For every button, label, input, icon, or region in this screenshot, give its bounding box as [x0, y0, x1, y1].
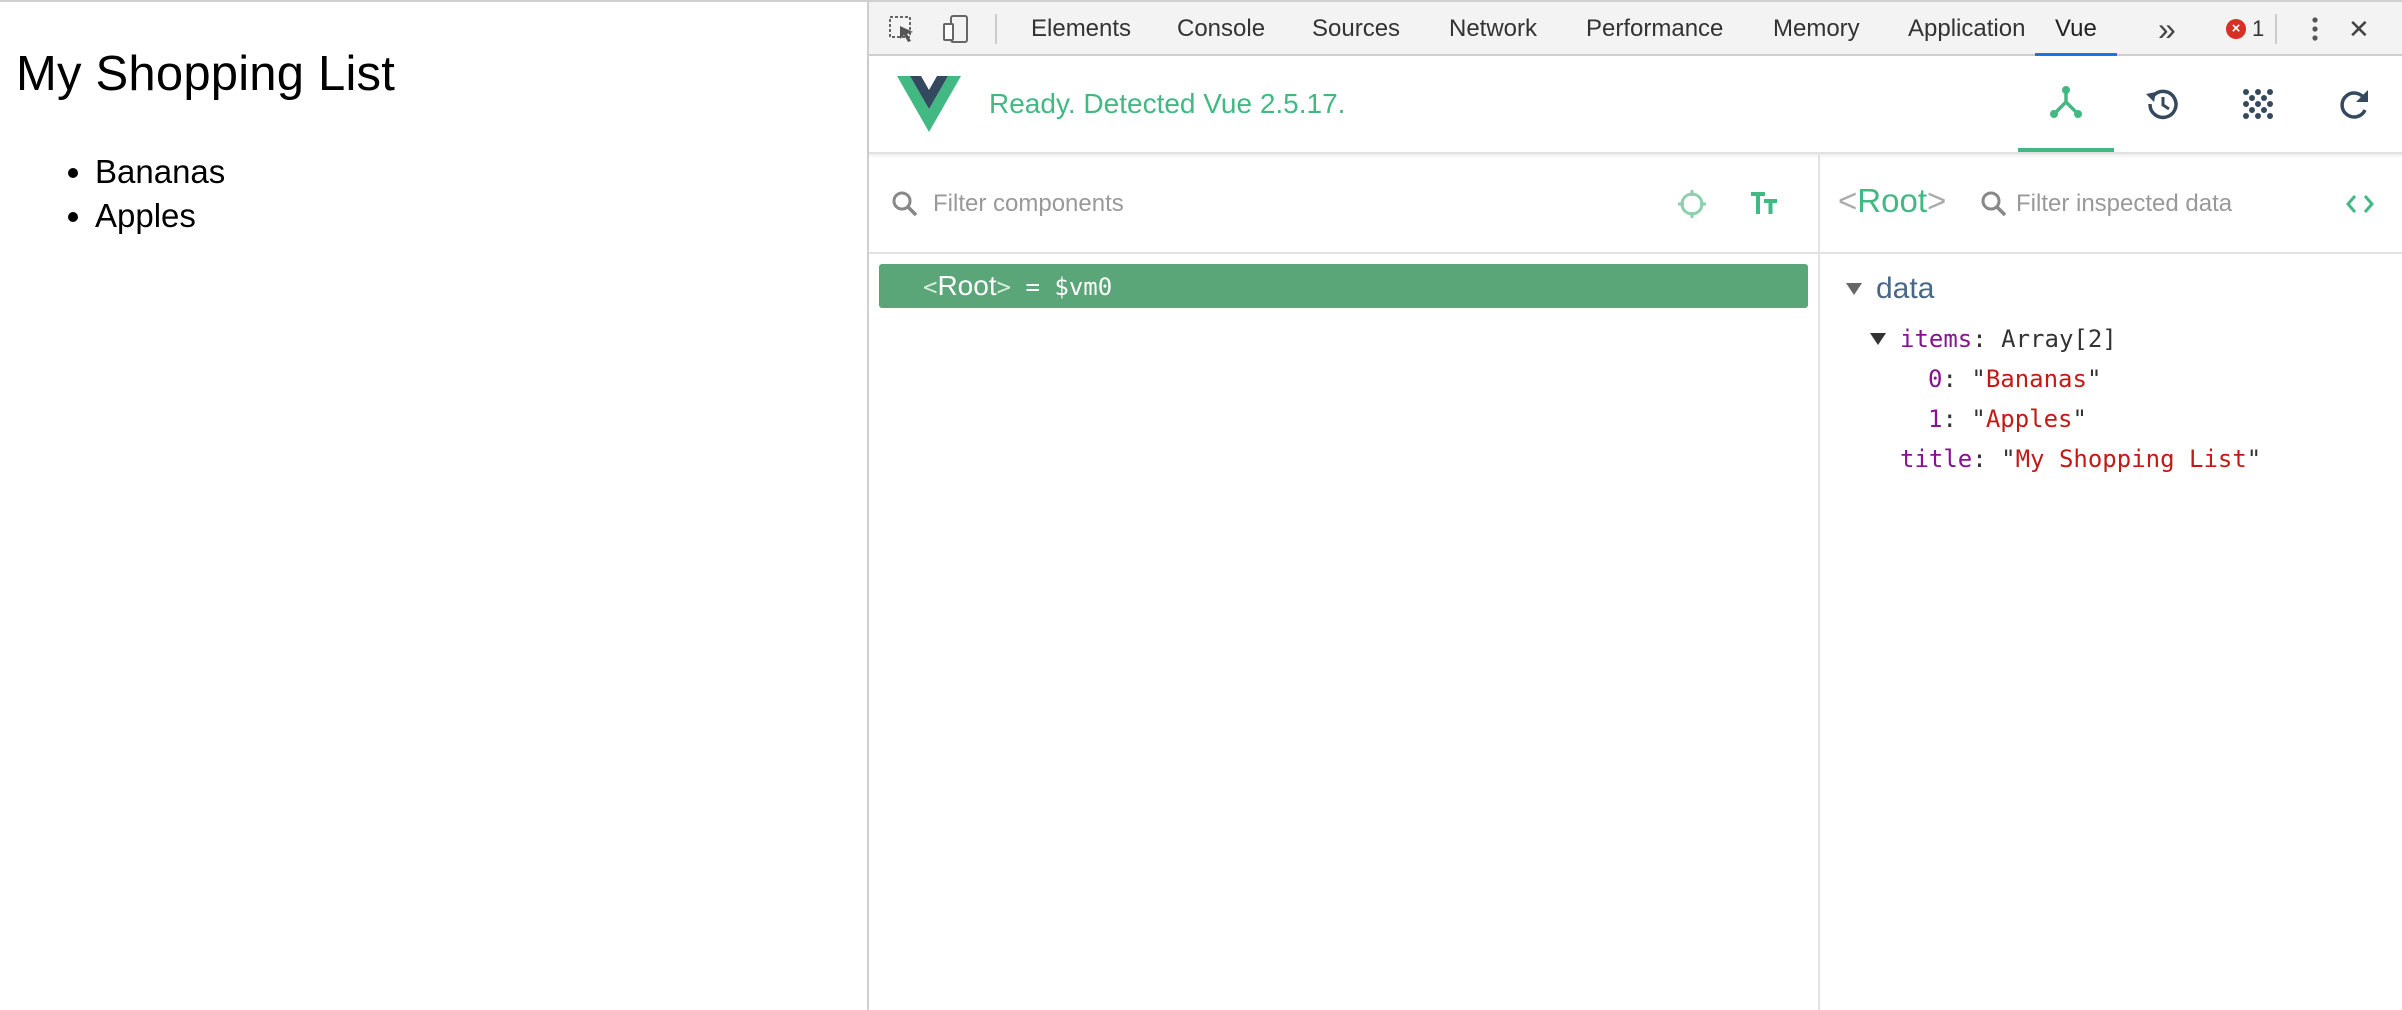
vuex-dots-icon[interactable]: [2210, 56, 2306, 152]
tab-console[interactable]: Console: [1177, 2, 1265, 56]
error-icon: ×: [2226, 19, 2246, 39]
device-toolbar-icon[interactable]: [941, 14, 971, 44]
prop-key: 0: [1928, 365, 1943, 393]
page-title: My Shopping List: [16, 47, 396, 101]
tab-application[interactable]: Application: [1908, 2, 2025, 56]
list-item: Apples: [95, 194, 225, 238]
toolbar-separator: [995, 14, 997, 44]
prop-value: Apples: [1985, 405, 2073, 433]
inspect-dom-code-icon[interactable]: [2340, 184, 2380, 224]
refresh-icon[interactable]: [2306, 56, 2402, 152]
vue-devtools-header: Ready. Detected Vue 2.5.17.: [869, 56, 2402, 154]
vm-assignment: = $vm0: [1011, 273, 1113, 301]
caret-down-icon: [1870, 333, 1886, 345]
filter-components-input[interactable]: [933, 180, 1493, 228]
component-name: Root: [937, 270, 997, 301]
select-component-crosshair-icon[interactable]: [1672, 184, 1712, 224]
web-page: My Shopping List Bananas Apples: [0, 0, 867, 1010]
tag-close: >: [1927, 182, 1947, 219]
error-count: 1: [2252, 16, 2265, 41]
caret-down-icon: [1846, 283, 1862, 295]
history-icon[interactable]: [2114, 56, 2210, 152]
tab-performance[interactable]: Performance: [1586, 2, 1723, 56]
tab-network[interactable]: Network: [1449, 2, 1537, 56]
more-tabs-icon[interactable]: »: [2158, 2, 2176, 56]
devtools-tabbar: Elements Console Sources Network Perform…: [869, 0, 2402, 56]
inspector-pane: <Root> data items: Array[2] 0: "Bananas": [1820, 154, 2402, 1010]
inspect-element-icon[interactable]: [887, 14, 917, 44]
list-item: Bananas: [95, 150, 225, 194]
shopping-list: Bananas Apples: [95, 150, 225, 238]
vue-logo-icon: [897, 76, 961, 132]
tag-open: <: [923, 273, 938, 301]
prop-title: title: " My Shopping List ": [1900, 445, 2262, 473]
prop-type: Array[2]: [2001, 325, 2117, 353]
inspected-component-title: <Root>: [1838, 182, 1946, 220]
component-filter-bar: [869, 154, 1818, 254]
filter-inspected-data-input[interactable]: [2016, 180, 2316, 228]
kebab-menu-icon[interactable]: [2300, 14, 2330, 44]
vue-status: Ready. Detected Vue 2.5.17.: [989, 88, 1346, 119]
data-section-toggle[interactable]: data: [1846, 272, 1934, 306]
close-icon[interactable]: ✕: [2348, 2, 2370, 56]
components-tab-icon[interactable]: [2018, 56, 2114, 152]
component-tree-pane: <Root> = $vm0: [869, 154, 1820, 1010]
format-names-icon[interactable]: [1745, 184, 1785, 224]
data-section-label: data: [1876, 272, 1935, 305]
tab-vue[interactable]: Vue: [2035, 2, 2117, 56]
prop-key: 1: [1928, 405, 1943, 433]
prop-items[interactable]: items: Array[2]: [1870, 324, 2117, 354]
prop-item-1: 1: " Apples ": [1928, 405, 2087, 433]
inspected-component-name: Root: [1857, 182, 1927, 219]
prop-value: My Shopping List: [2015, 445, 2247, 473]
tab-sources[interactable]: Sources: [1312, 2, 1400, 56]
search-icon: [1980, 190, 2008, 218]
component-tree-root-row[interactable]: <Root> = $vm0: [879, 264, 1808, 308]
tag-close: >: [996, 273, 1012, 301]
prop-value: Bananas: [1985, 365, 2087, 393]
tab-memory[interactable]: Memory: [1773, 2, 1860, 56]
error-counter[interactable]: × 1: [2226, 16, 2264, 42]
devtools-panel: Elements Console Sources Network Perform…: [867, 0, 2402, 1010]
tag-open: <: [1838, 182, 1858, 219]
search-icon: [891, 190, 919, 218]
inspector-filter-bar: <Root>: [1820, 154, 2402, 254]
prop-key: title: [1900, 445, 1973, 473]
tab-elements[interactable]: Elements: [1031, 2, 1131, 56]
prop-item-0: 0: " Bananas ": [1928, 365, 2102, 393]
toolbar-separator: [2275, 14, 2277, 44]
prop-key: items: [1900, 325, 1973, 353]
